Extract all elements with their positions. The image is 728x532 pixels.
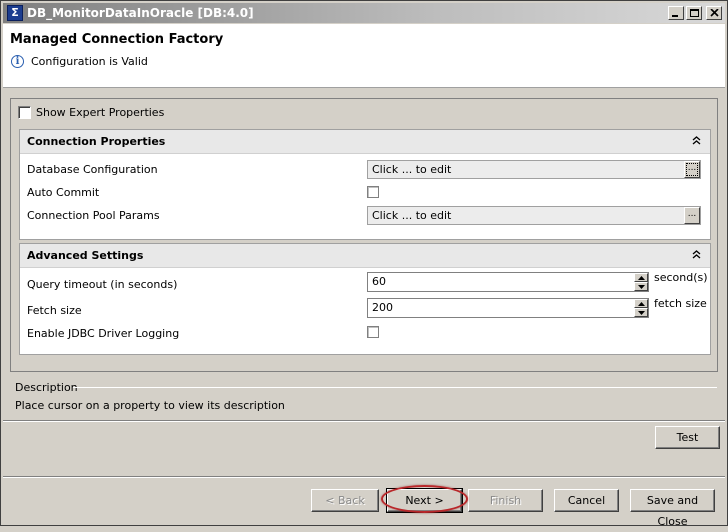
- next-highlight-annotation: [381, 485, 468, 513]
- query-timeout-increment[interactable]: [634, 273, 648, 282]
- finish-button[interactable]: Finish: [468, 489, 543, 512]
- jdbc-logging-label: Enable JDBC Driver Logging: [27, 327, 180, 340]
- connection-properties-section: Connection Properties Database Configura…: [19, 129, 711, 240]
- status-text: Configuration is Valid: [31, 55, 148, 68]
- fetch-size-value: 200: [372, 301, 393, 314]
- section-title: Advanced Settings: [27, 249, 144, 262]
- connection-pool-params-label: Connection Pool Params: [27, 209, 160, 222]
- description-text: Place cursor on a property to view its d…: [15, 399, 285, 412]
- arrow-down-icon: [638, 285, 645, 289]
- maximize-icon: [690, 9, 699, 17]
- database-configuration-value: Click ... to edit: [372, 163, 452, 176]
- advanced-settings-section: Advanced Settings Query timeout (in seco…: [19, 243, 711, 355]
- collapse-icon[interactable]: [692, 136, 701, 146]
- properties-panel: Show Expert Properties Connection Proper…: [10, 98, 718, 372]
- title-bar[interactable]: Σ DB_MonitorDataInOracle [DB:4.0]: [3, 3, 725, 23]
- connection-pool-params-field[interactable]: Click ... to edit ...: [367, 206, 701, 225]
- dialog-window: Σ DB_MonitorDataInOracle [DB:4.0] Manage…: [0, 0, 728, 528]
- close-button[interactable]: [706, 6, 722, 20]
- description-title: Description: [15, 381, 78, 394]
- database-configuration-field[interactable]: Click ... to edit ...: [367, 160, 701, 179]
- advanced-settings-header[interactable]: Advanced Settings: [20, 244, 710, 268]
- save-and-close-button[interactable]: Save and Close: [630, 489, 715, 528]
- query-timeout-label: Query timeout (in seconds): [27, 278, 178, 291]
- show-expert-row: Show Expert Properties: [18, 106, 164, 119]
- minimize-button[interactable]: [668, 6, 684, 20]
- cancel-button[interactable]: Cancel: [554, 489, 619, 512]
- database-configuration-edit-button[interactable]: ...: [684, 161, 700, 178]
- app-icon: Σ: [7, 5, 23, 21]
- window-title: DB_MonitorDataInOracle [DB:4.0]: [27, 6, 254, 20]
- maximize-button[interactable]: [686, 6, 702, 20]
- arrow-up-icon: [638, 276, 645, 280]
- page-title: Managed Connection Factory: [10, 32, 224, 47]
- auto-commit-checkbox[interactable]: [367, 186, 379, 198]
- connection-pool-params-edit-button[interactable]: ...: [684, 207, 700, 224]
- separator: [3, 476, 725, 478]
- query-timeout-value: 60: [372, 275, 386, 288]
- query-timeout-spinner[interactable]: 60: [367, 272, 649, 292]
- fetch-size-unit: fetch size: [654, 297, 707, 310]
- auto-commit-label: Auto Commit: [27, 186, 100, 199]
- section-title: Connection Properties: [27, 135, 166, 148]
- show-expert-checkbox[interactable]: [18, 106, 31, 119]
- back-button[interactable]: < Back: [311, 489, 379, 512]
- close-icon: [710, 9, 719, 17]
- separator: [3, 420, 725, 422]
- show-expert-label: Show Expert Properties: [36, 106, 165, 119]
- info-icon: i: [11, 55, 24, 68]
- connection-properties-header[interactable]: Connection Properties: [20, 130, 710, 154]
- jdbc-logging-checkbox[interactable]: [367, 326, 379, 338]
- description-divider: [73, 387, 717, 388]
- minimize-icon: [672, 15, 678, 17]
- fetch-size-decrement[interactable]: [634, 308, 648, 317]
- fetch-size-label: Fetch size: [27, 304, 82, 317]
- query-timeout-decrement[interactable]: [634, 282, 648, 291]
- arrow-up-icon: [638, 302, 645, 306]
- fetch-size-increment[interactable]: [634, 299, 648, 308]
- collapse-icon[interactable]: [692, 250, 701, 260]
- database-configuration-label: Database Configuration: [27, 163, 158, 176]
- test-button[interactable]: Test: [655, 426, 720, 449]
- fetch-size-spinner[interactable]: 200: [367, 298, 649, 318]
- connection-pool-params-value: Click ... to edit: [372, 209, 452, 222]
- arrow-down-icon: [638, 311, 645, 315]
- page-header: Managed Connection Factory i Configurati…: [3, 24, 725, 88]
- query-timeout-unit: second(s): [654, 271, 708, 284]
